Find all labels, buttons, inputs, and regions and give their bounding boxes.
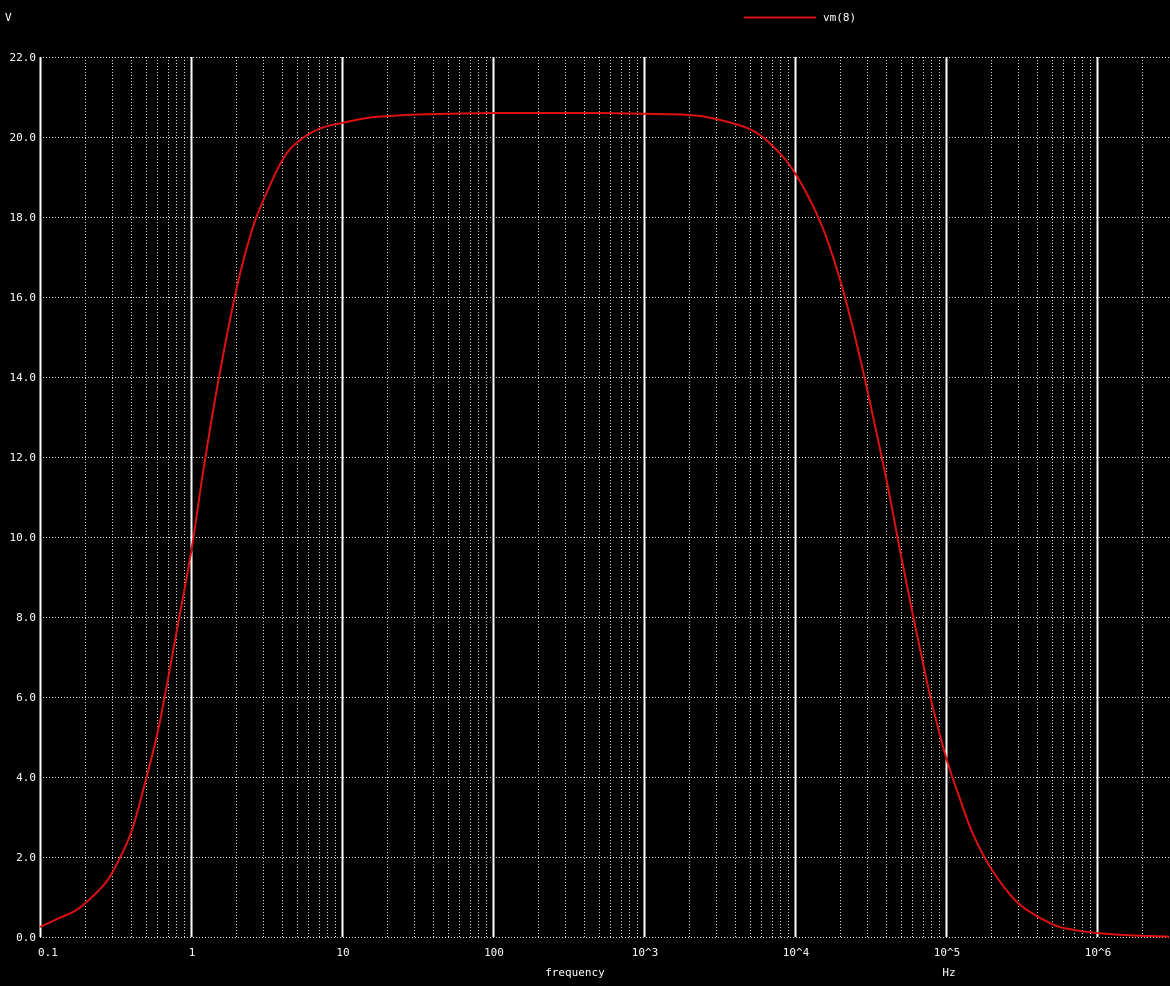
x-tick-label: 10^3	[632, 946, 659, 959]
y-tick-label: 0.0	[16, 931, 36, 944]
x-axis-label: frequency	[545, 966, 605, 979]
series-line-vm8	[39, 111, 1170, 938]
grid-layer	[39, 57, 1169, 938]
x-axis-unit-label: Hz	[942, 966, 955, 979]
y-tick-label: 16.0	[10, 291, 37, 304]
x-tick-label: 0.1	[38, 946, 58, 959]
y-tick-label: 10.0	[10, 531, 37, 544]
y-tick-label: 6.0	[16, 691, 36, 704]
x-tick-label: 10^4	[783, 946, 810, 959]
y-axis-unit-label: V	[5, 11, 12, 24]
series-layer	[39, 111, 1170, 938]
x-tick-label: 10^6	[1085, 946, 1112, 959]
y-tick-label: 14.0	[10, 371, 37, 384]
x-tick-labels: 0.1 1 10 100 10^3 10^4 10^5 10^6	[38, 946, 1111, 959]
y-tick-label: 8.0	[16, 611, 36, 624]
y-tick-label: 4.0	[16, 771, 36, 784]
y-tick-label: 2.0	[16, 851, 36, 864]
legend: vm(8)	[744, 11, 856, 24]
y-tick-label: 20.0	[10, 131, 37, 144]
x-tick-label: 10	[336, 946, 349, 959]
y-tick-label: 12.0	[10, 451, 37, 464]
y-tick-label: 22.0	[10, 51, 37, 64]
x-tick-label: 1	[189, 946, 196, 959]
y-tick-label: 18.0	[10, 211, 37, 224]
x-tick-label: 100	[484, 946, 504, 959]
legend-label: vm(8)	[823, 11, 856, 24]
ac-analysis-chart: 0.0 2.0 4.0 6.0 8.0 10.0 12.0 14.0 16.0 18.0 20.0 2…	[5, 11, 1170, 979]
x-tick-label: 10^5	[934, 946, 961, 959]
y-tick-labels: 0.0 2.0 4.0 6.0 8.0 10.0 12.0 14.0 16.0 18.0 20.0 2…	[10, 51, 37, 944]
